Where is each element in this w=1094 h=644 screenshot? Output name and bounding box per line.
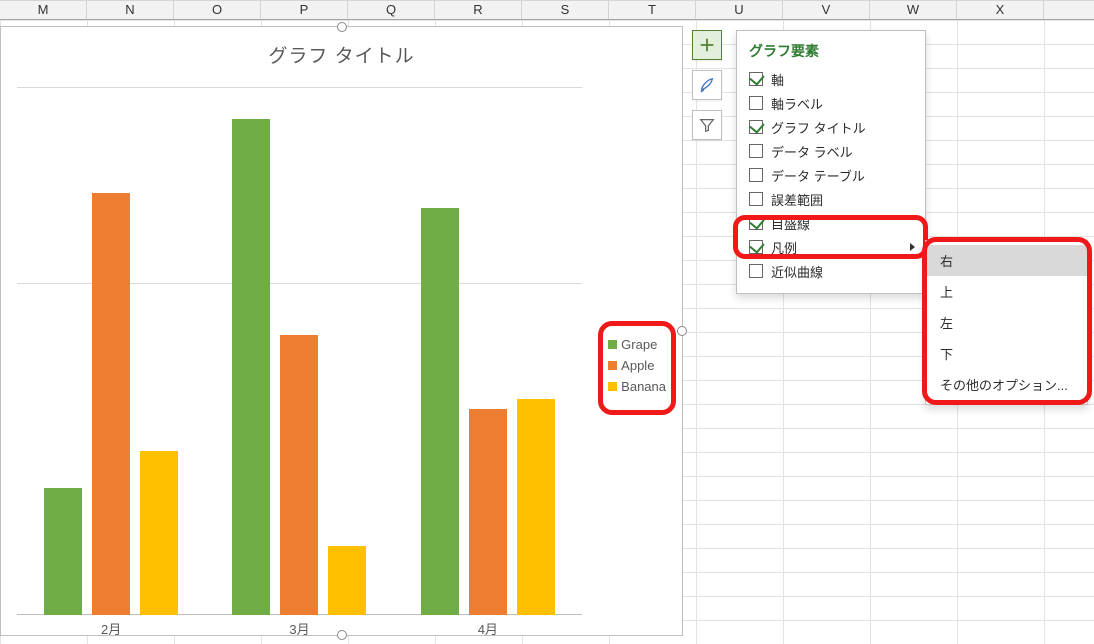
chart-title[interactable]: グラフ タイトル: [1, 27, 682, 68]
bar-group: [394, 208, 582, 615]
flyout-item-label: 軸: [771, 70, 784, 89]
bar-apple[interactable]: [92, 193, 130, 615]
column-header[interactable]: N: [87, 1, 174, 19]
bar-grape[interactable]: [44, 488, 82, 615]
checkbox-icon[interactable]: [749, 168, 763, 182]
column-headers: MNOPQRSTUVWX: [0, 0, 1094, 20]
x-tick-label: 2月: [17, 619, 205, 638]
flyout-item-label: グラフ タイトル: [771, 118, 866, 137]
bar-banana[interactable]: [140, 451, 178, 615]
bar-grape[interactable]: [232, 119, 270, 615]
annotation-highlight-legend: [598, 321, 676, 415]
bar-grape[interactable]: [421, 208, 459, 615]
column-header[interactable]: P: [261, 1, 348, 19]
flyout-item-1[interactable]: 軸ラベル: [749, 91, 915, 115]
bar-banana[interactable]: [328, 546, 366, 615]
checkbox-icon[interactable]: [749, 72, 763, 86]
annotation-highlight-legend-option: [733, 215, 928, 259]
flyout-item-label: 誤差範囲: [771, 190, 823, 209]
flyout-item-2[interactable]: グラフ タイトル: [749, 115, 915, 139]
column-header[interactable]: M: [0, 1, 87, 19]
chart-elements-button[interactable]: [692, 30, 722, 60]
column-header[interactable]: S: [522, 1, 609, 19]
checkbox-icon[interactable]: [749, 264, 763, 278]
chart-styles-button[interactable]: [692, 70, 722, 100]
bar-group: [205, 119, 393, 615]
checkbox-icon[interactable]: [749, 192, 763, 206]
x-tick-label: 4月: [394, 619, 582, 638]
column-header[interactable]: O: [174, 1, 261, 19]
bar-apple[interactable]: [280, 335, 318, 615]
flyout-item-label: データ テーブル: [771, 166, 865, 185]
flyout-item-label: データ ラベル: [771, 142, 853, 161]
chart-side-tools: [692, 30, 722, 140]
column-header[interactable]: Q: [348, 1, 435, 19]
x-tick-label: 3月: [205, 619, 393, 638]
column-header[interactable]: R: [435, 1, 522, 19]
column-header[interactable]: U: [696, 1, 783, 19]
plot-area[interactable]: [17, 87, 582, 615]
column-header[interactable]: T: [609, 1, 696, 19]
checkbox-icon[interactable]: [749, 96, 763, 110]
flyout-item-4[interactable]: データ テーブル: [749, 163, 915, 187]
flyout-item-label: 軸ラベル: [771, 94, 823, 113]
bar-group: [17, 193, 205, 615]
plus-icon: [698, 36, 716, 54]
resize-handle-top[interactable]: [337, 22, 347, 32]
flyout-title: グラフ要素: [749, 41, 915, 61]
x-axis-labels: 2月3月4月: [17, 619, 582, 638]
flyout-item-0[interactable]: 軸: [749, 67, 915, 91]
flyout-item-5[interactable]: 誤差範囲: [749, 187, 915, 211]
brush-icon: [698, 76, 716, 94]
column-header[interactable]: V: [783, 1, 870, 19]
resize-handle-right[interactable]: [677, 326, 687, 336]
flyout-item-8[interactable]: 近似曲線: [749, 259, 915, 283]
chart-filters-button[interactable]: [692, 110, 722, 140]
column-header[interactable]: X: [957, 1, 1044, 19]
filter-icon: [698, 116, 716, 134]
checkbox-icon[interactable]: [749, 120, 763, 134]
flyout-item-label: 近似曲線: [771, 262, 823, 281]
column-header[interactable]: W: [870, 1, 957, 19]
bar-apple[interactable]: [469, 409, 507, 615]
checkbox-icon[interactable]: [749, 144, 763, 158]
flyout-item-3[interactable]: データ ラベル: [749, 139, 915, 163]
bar-banana[interactable]: [517, 399, 555, 615]
annotation-highlight-submenu: [922, 237, 1092, 405]
chart-object[interactable]: グラフ タイトル 2月3月4月 Grape Apple Banana: [0, 26, 683, 636]
